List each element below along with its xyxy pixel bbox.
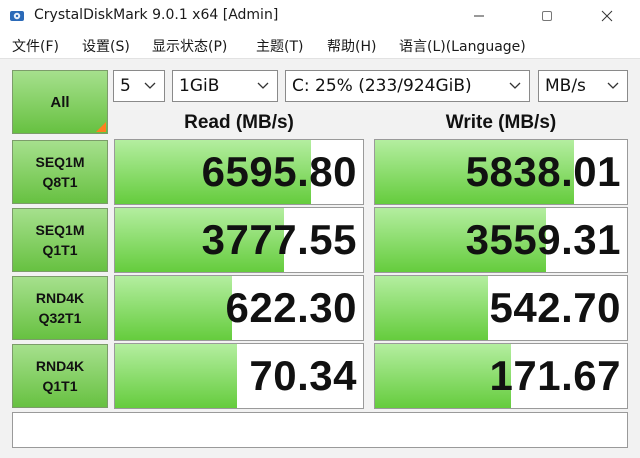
maximize-icon [542, 11, 552, 21]
read-value: 6595.80 [201, 148, 357, 195]
test-name: RND4K [35, 290, 85, 306]
read-result-rnd4k-q1t1: 70.34 [114, 343, 364, 409]
test-params: Q1T1 [42, 378, 78, 394]
read-value: 622.30 [225, 284, 357, 331]
menu-language[interactable]: 语言(L)(Language) [399, 36, 526, 56]
write-fill-bar [375, 276, 489, 340]
minimize-icon [474, 15, 484, 17]
menu-theme[interactable]: 主题(T) [256, 36, 303, 56]
chevron-down-icon [144, 82, 156, 89]
chevron-down-icon [607, 82, 619, 89]
write-value: 542.70 [489, 284, 621, 331]
crystaldiskmark-icon [10, 11, 24, 21]
unit-value: MB/s [545, 76, 586, 96]
read-header: Read (MB/s) [184, 112, 294, 133]
close-icon [601, 10, 613, 22]
test-button-seq1m-q8t1[interactable]: SEQ1M Q8T1 [12, 140, 108, 204]
all-button-label: All [50, 93, 70, 111]
menu-bar: 文件(F) 设置(S) 显示状态(P) 主题(T) 帮助(H) 语言(L)(La… [0, 32, 640, 58]
read-fill-bar [115, 276, 232, 340]
close-button[interactable] [584, 0, 630, 32]
comment-field[interactable] [12, 412, 628, 448]
read-result-rnd4k-q32t1: 622.30 [114, 275, 364, 341]
maximize-button[interactable] [524, 0, 570, 32]
test-button-rnd4k-q1t1[interactable]: RND4K Q1T1 [12, 344, 108, 408]
test-button-rnd4k-q32t1[interactable]: RND4K Q32T1 [12, 276, 108, 340]
test-name: SEQ1M [35, 154, 85, 170]
minimize-button[interactable] [456, 0, 502, 32]
write-result-rnd4k-q32t1: 542.70 [374, 275, 628, 341]
test-size-value: 1GiB [179, 76, 220, 96]
title-bar: CrystalDiskMark 9.0.1 x64 [Admin] [0, 0, 640, 32]
menu-display-status[interactable]: 显示状态(P) [152, 36, 227, 56]
read-value: 3777.55 [201, 216, 357, 263]
menu-file[interactable]: 文件(F) [12, 36, 59, 56]
read-result-seq1m-q8t1: 6595.80 [114, 139, 364, 205]
test-size-select[interactable]: 1GiB [172, 70, 278, 102]
window-title: CrystalDiskMark 9.0.1 x64 [Admin] [34, 7, 279, 23]
test-name: RND4K [35, 358, 85, 374]
test-button-seq1m-q1t1[interactable]: SEQ1M Q1T1 [12, 208, 108, 272]
test-params: Q8T1 [42, 174, 78, 190]
write-result-seq1m-q8t1: 5838.01 [374, 139, 628, 205]
chevron-down-icon [257, 82, 269, 89]
write-value: 171.67 [489, 352, 621, 399]
menu-help[interactable]: 帮助(H) [327, 36, 376, 56]
write-value: 3559.31 [465, 216, 621, 263]
corner-indicator [96, 122, 106, 132]
test-count-select[interactable]: 5 [113, 70, 165, 102]
chevron-down-icon [509, 82, 521, 89]
read-fill-bar [115, 344, 237, 408]
test-name: SEQ1M [35, 222, 85, 238]
write-value: 5838.01 [465, 148, 621, 195]
drive-select[interactable]: C: 25% (233/924GiB) [285, 70, 530, 102]
unit-select[interactable]: MB/s [538, 70, 628, 102]
read-value: 70.34 [249, 352, 357, 399]
all-button[interactable]: All [12, 70, 108, 134]
read-result-seq1m-q1t1: 3777.55 [114, 207, 364, 273]
menu-settings[interactable]: 设置(S) [82, 36, 130, 56]
test-params: Q1T1 [42, 242, 78, 258]
write-result-rnd4k-q1t1: 171.67 [374, 343, 628, 409]
test-count-value: 5 [120, 76, 131, 96]
write-header: Write (MB/s) [445, 112, 557, 133]
test-params: Q32T1 [38, 310, 82, 326]
drive-value: C: 25% (233/924GiB) [292, 76, 472, 96]
write-result-seq1m-q1t1: 3559.31 [374, 207, 628, 273]
